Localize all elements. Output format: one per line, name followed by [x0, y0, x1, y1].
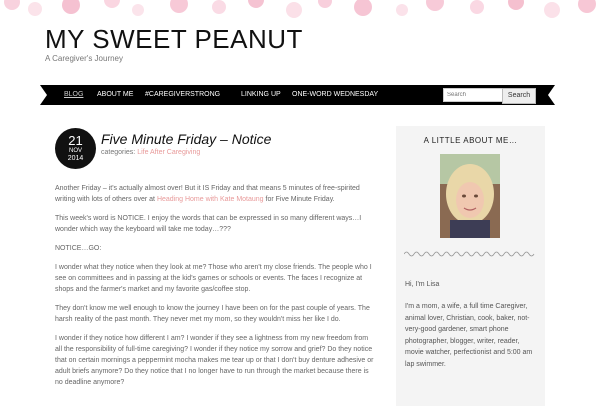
polka-dot — [354, 0, 372, 16]
profile-photo — [440, 154, 500, 238]
category-link[interactable]: Life After Caregiving — [137, 149, 200, 156]
post-date-year: 2014 — [67, 155, 84, 162]
nav-item-caregiverstrong[interactable]: #CaregiverStrong — [145, 91, 220, 98]
post-paragraph: I wonder what they notice when they look… — [55, 264, 372, 293]
main-navigation: Blog About Me #CaregiverStrong Linking U… — [40, 85, 555, 105]
polka-dot — [132, 4, 144, 16]
nav-item-about-me[interactable]: About Me — [97, 91, 133, 98]
search-input[interactable] — [443, 88, 503, 102]
post-paragraph: They don't know me well enough to know t… — [55, 305, 370, 323]
post-body: Another Friday – it's actually almost ov… — [55, 183, 375, 396]
sidebar-greeting: Hi, I'm Lisa — [405, 281, 440, 288]
nav-item-one-word-wednesday[interactable]: One-Word Wednesday — [292, 91, 378, 98]
ribbon-notch-left — [40, 85, 47, 105]
nav-item-blog[interactable]: Blog — [64, 91, 83, 98]
polka-dot — [286, 2, 302, 18]
sidebar-bio: I'm a mom, a wife, a full time Caregiver… — [405, 303, 533, 368]
post-paragraph: I wonder if they notice how different I … — [55, 335, 374, 386]
polka-dot — [508, 0, 524, 10]
polka-dot — [544, 2, 560, 18]
polka-dot — [318, 0, 332, 8]
polka-dot — [248, 0, 264, 8]
paragraph-text: for Five Minute Friday. — [263, 196, 335, 203]
ribbon-notch-right — [548, 85, 555, 105]
polka-dot — [578, 0, 596, 13]
post-date-day: 21 — [68, 133, 83, 148]
polka-dot — [28, 2, 42, 16]
polka-dot — [4, 0, 20, 10]
post-paragraph: NOTICE…GO: — [55, 245, 102, 252]
sidebar-heading: A LITTLE ABOUT ME… — [423, 136, 518, 145]
categories-label: categories: — [101, 149, 136, 156]
polka-dot — [212, 0, 226, 14]
polka-dot — [396, 4, 408, 16]
site-title[interactable]: MY SWEET PEANUT — [45, 24, 303, 55]
nav-item-linking-up[interactable]: Linking Up — [241, 91, 281, 98]
polka-dot — [104, 0, 120, 8]
polka-dot — [426, 0, 444, 11]
site-tagline: A Caregiver's Journey — [45, 54, 124, 63]
wavy-divider — [404, 251, 535, 257]
post-title[interactable]: Five Minute Friday – Notice — [101, 131, 271, 147]
post-categories: categories: Life After Caregiving — [101, 149, 200, 156]
search-button[interactable]: Search — [502, 88, 536, 104]
post-date-badge: 21 NOV 2014 — [55, 128, 96, 169]
polka-dot — [62, 0, 80, 14]
polka-dot-banner — [0, 0, 600, 22]
sidebar-about-widget: A LITTLE ABOUT ME… Hi, I'm Lisa I'm a mo… — [396, 126, 545, 406]
polka-dot — [470, 0, 484, 14]
post-paragraph: Another Friday – it's actually almost ov… — [55, 183, 375, 205]
post-paragraph: This week's word is NOTICE. I enjoy the … — [55, 215, 362, 233]
heading-home-link[interactable]: Heading Home with Kate Motaung — [157, 196, 264, 203]
post-date-month: NOV — [68, 148, 82, 154]
polka-dot — [170, 0, 188, 13]
